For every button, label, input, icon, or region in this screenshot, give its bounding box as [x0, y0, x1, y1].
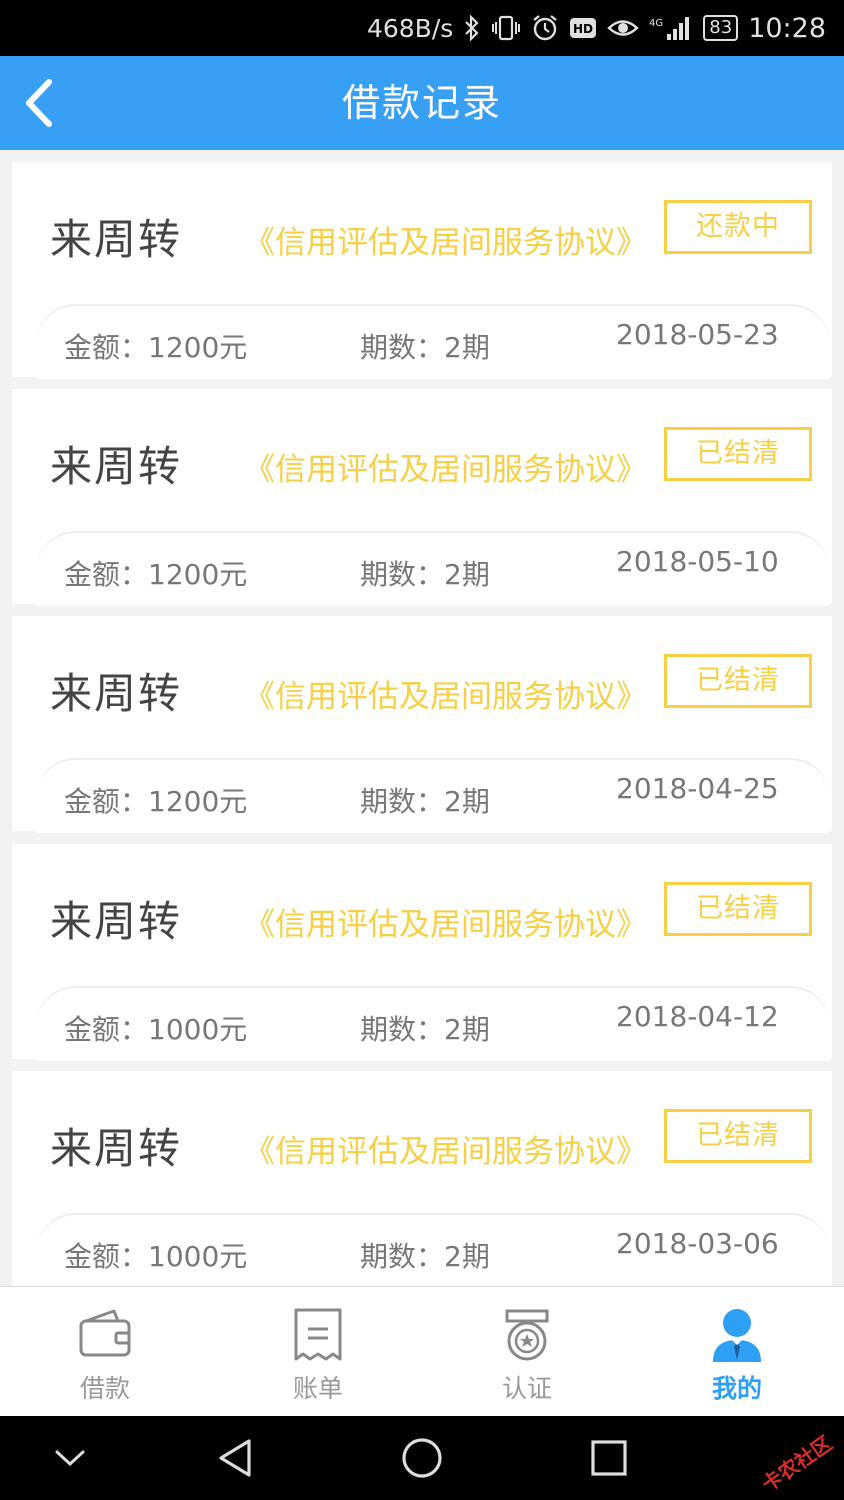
status-badge: 还款中 [664, 200, 812, 254]
agreement-link[interactable]: 《信用评估及居间服务协议》 [244, 217, 647, 262]
lender-name: 来周转 [50, 669, 183, 718]
collapse-icon [55, 1450, 85, 1467]
loan-record-card[interactable]: 来周转 《信用评估及居间服务协议》 已结清 金额：1000元 期数：2期 201… [12, 1071, 832, 1286]
nav-back-button[interactable] [200, 1416, 270, 1500]
loan-amount: 金额：1200元 [64, 331, 248, 364]
status-badge: 已结清 [664, 654, 812, 708]
page-title: 借款记录 [341, 81, 502, 125]
loan-amount: 金额：1000元 [64, 1240, 248, 1273]
vibrate-icon [491, 14, 521, 42]
svg-text:4G: 4G [649, 18, 663, 29]
recents-square-icon [591, 1440, 627, 1476]
watermark-logo: 卡农社区 [757, 1430, 837, 1497]
tab-label: 借款 [79, 1374, 130, 1403]
back-triangle-icon [219, 1439, 251, 1477]
status-badge: 已结清 [664, 1109, 812, 1163]
loan-date: 2018-03-06 [616, 1227, 779, 1260]
status-bar: 468B/s HD 4G 83 10:28 [0, 0, 844, 56]
lender-name: 来周转 [50, 897, 183, 946]
loan-date: 2018-05-10 [616, 545, 779, 578]
loan-date: 2018-05-23 [616, 318, 779, 351]
status-badge: 已结清 [664, 427, 812, 481]
loan-terms: 期数：2期 [360, 785, 490, 818]
clock: 10:28 [748, 12, 826, 44]
lender-name: 来周转 [50, 215, 183, 264]
badge-icon [501, 1307, 553, 1367]
app-header: 借款记录 [0, 56, 844, 150]
tab-label: 账单 [292, 1374, 343, 1403]
lender-name: 来周转 [50, 442, 183, 491]
loan-record-list: 来周转 《信用评估及居间服务协议》 还款中 金额：1200元 期数：2期 201… [0, 150, 844, 1286]
loan-amount: 金额：1200元 [64, 558, 248, 591]
agreement-link[interactable]: 《信用评估及居间服务协议》 [244, 899, 647, 944]
tab-loan[interactable]: 借款 [25, 1287, 185, 1417]
tab-mine[interactable]: 我的 [657, 1287, 817, 1417]
status-badge: 已结清 [664, 882, 812, 936]
bottom-tab-bar: 借款 账单 认证 我的 [0, 1286, 844, 1416]
collapse-button[interactable] [40, 1416, 100, 1500]
signal-icon: 4G [649, 14, 693, 42]
bluetooth-icon [463, 14, 481, 42]
agreement-link[interactable]: 《信用评估及居间服务协议》 [244, 1126, 647, 1171]
loan-terms: 期数：2期 [360, 1013, 490, 1046]
nav-recents-button[interactable] [576, 1416, 642, 1500]
hd-icon: HD [569, 15, 597, 41]
loan-record-card[interactable]: 来周转 《信用评估及居间服务协议》 还款中 金额：1200元 期数：2期 201… [12, 162, 832, 379]
lender-name: 来周转 [50, 1124, 183, 1173]
loan-record-card[interactable]: 来周转 《信用评估及居间服务协议》 已结清 金额：1200元 期数：2期 201… [12, 389, 832, 606]
loan-record-card[interactable]: 来周转 《信用评估及居间服务协议》 已结清 金额：1200元 期数：2期 201… [12, 616, 832, 833]
tab-label: 认证 [501, 1374, 552, 1403]
nav-home-button[interactable] [386, 1416, 458, 1500]
eye-icon [607, 15, 640, 41]
agreement-link[interactable]: 《信用评估及居间服务协议》 [244, 444, 647, 489]
loan-terms: 期数：2期 [360, 331, 490, 364]
loan-date: 2018-04-12 [616, 1000, 779, 1033]
loan-terms: 期数：2期 [360, 558, 490, 591]
home-circle-icon [402, 1438, 442, 1478]
loan-amount: 金额：1200元 [64, 785, 248, 818]
loan-record-card[interactable]: 来周转 《信用评估及居间服务协议》 已结清 金额：1000元 期数：2期 201… [12, 844, 832, 1061]
tab-verify[interactable]: 认证 [447, 1287, 607, 1417]
alarm-icon [531, 14, 559, 42]
agreement-link[interactable]: 《信用评估及居间服务协议》 [244, 671, 647, 716]
tab-label: 我的 [711, 1374, 762, 1403]
loan-amount: 金额：1000元 [64, 1013, 248, 1046]
battery-indicator: 83 [703, 15, 739, 41]
loan-terms: 期数：2期 [360, 1240, 490, 1273]
wallet-icon [78, 1307, 132, 1363]
svg-text:HD: HD [573, 22, 593, 36]
system-nav-bar: 卡农社区 [0, 1416, 844, 1500]
receipt-icon [292, 1307, 344, 1367]
tab-bill[interactable]: 账单 [238, 1287, 398, 1417]
loan-date: 2018-04-25 [616, 772, 779, 805]
net-speed: 468B/s [366, 13, 454, 43]
user-icon [710, 1307, 764, 1367]
